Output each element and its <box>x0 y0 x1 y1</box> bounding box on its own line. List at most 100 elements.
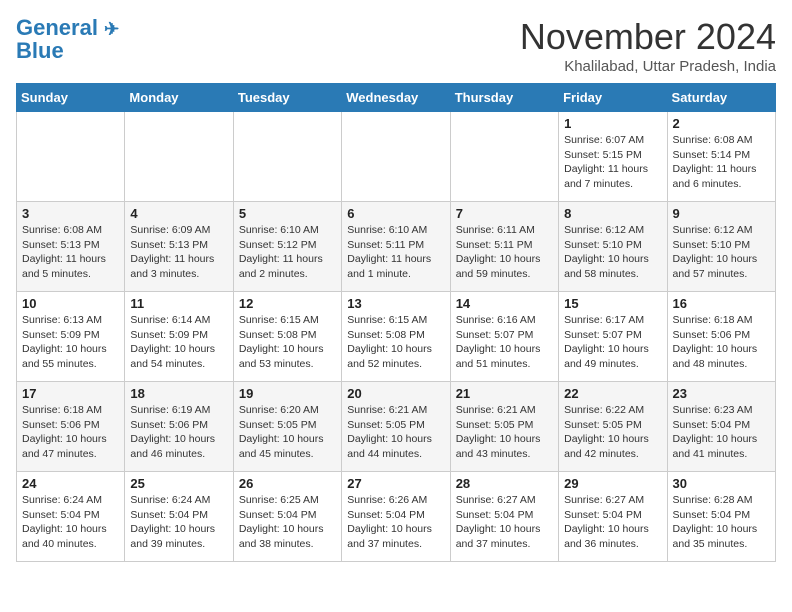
day-info: Sunrise: 6:14 AMSunset: 5:09 PMDaylight:… <box>130 313 227 372</box>
day-number: 23 <box>673 386 770 401</box>
calendar-cell <box>233 112 341 202</box>
day-number: 26 <box>239 476 336 491</box>
weekday-header-monday: Monday <box>125 84 233 112</box>
day-number: 21 <box>456 386 553 401</box>
calendar-cell: 9 Sunrise: 6:12 AMSunset: 5:10 PMDaylight… <box>667 202 775 292</box>
day-number: 6 <box>347 206 444 221</box>
day-info: Sunrise: 6:18 AMSunset: 5:06 PMDaylight:… <box>22 403 119 462</box>
location: Khalilabad, Uttar Pradesh, India <box>520 58 776 75</box>
calendar-cell: 22 Sunrise: 6:22 AMSunset: 5:05 PMDayligh… <box>559 382 667 472</box>
day-number: 5 <box>239 206 336 221</box>
day-info: Sunrise: 6:27 AMSunset: 5:04 PMDaylight:… <box>456 493 553 552</box>
day-info: Sunrise: 6:16 AMSunset: 5:07 PMDaylight:… <box>456 313 553 372</box>
calendar-cell: 6 Sunrise: 6:10 AMSunset: 5:11 PMDaylight… <box>342 202 450 292</box>
day-number: 10 <box>22 296 119 311</box>
day-info: Sunrise: 6:24 AMSunset: 5:04 PMDaylight:… <box>130 493 227 552</box>
day-number: 25 <box>130 476 227 491</box>
calendar-cell: 24 Sunrise: 6:24 AMSunset: 5:04 PMDayligh… <box>17 472 125 562</box>
weekday-header-wednesday: Wednesday <box>342 84 450 112</box>
day-number: 18 <box>130 386 227 401</box>
logo-general: General <box>16 15 98 40</box>
day-number: 16 <box>673 296 770 311</box>
logo: General ✈ Blue <box>16 16 119 62</box>
weekday-header-thursday: Thursday <box>450 84 558 112</box>
logo-bird-icon: ✈ <box>104 19 119 39</box>
day-info: Sunrise: 6:08 AMSunset: 5:14 PMDaylight:… <box>673 133 770 192</box>
day-info: Sunrise: 6:22 AMSunset: 5:05 PMDaylight:… <box>564 403 661 462</box>
calendar-cell <box>450 112 558 202</box>
day-number: 20 <box>347 386 444 401</box>
calendar-cell: 12 Sunrise: 6:15 AMSunset: 5:08 PMDayligh… <box>233 292 341 382</box>
day-number: 7 <box>456 206 553 221</box>
day-number: 9 <box>673 206 770 221</box>
calendar-cell: 14 Sunrise: 6:16 AMSunset: 5:07 PMDayligh… <box>450 292 558 382</box>
day-info: Sunrise: 6:24 AMSunset: 5:04 PMDaylight:… <box>22 493 119 552</box>
calendar-cell: 30Sunrise: 6:28 AMSunset: 5:04 PMDayligh… <box>667 472 775 562</box>
day-number: 24 <box>22 476 119 491</box>
calendar-header: SundayMondayTuesdayWednesdayThursdayFrid… <box>17 84 776 112</box>
day-info: Sunrise: 6:26 AMSunset: 5:04 PMDaylight:… <box>347 493 444 552</box>
day-info: Sunrise: 6:15 AMSunset: 5:08 PMDaylight:… <box>239 313 336 372</box>
calendar-cell: 21Sunrise: 6:21 AMSunset: 5:05 PMDayligh… <box>450 382 558 472</box>
calendar-cell: 28Sunrise: 6:27 AMSunset: 5:04 PMDayligh… <box>450 472 558 562</box>
calendar-cell: 27 Sunrise: 6:26 AMSunset: 5:04 PMDayligh… <box>342 472 450 562</box>
calendar-cell <box>342 112 450 202</box>
day-number: 29 <box>564 476 661 491</box>
page-header: General ✈ Blue November 2024 Khalilabad,… <box>16 16 776 75</box>
day-info: Sunrise: 6:12 AMSunset: 5:10 PMDaylight:… <box>673 223 770 282</box>
calendar-cell: 8Sunrise: 6:12 AMSunset: 5:10 PMDaylight… <box>559 202 667 292</box>
weekday-header-saturday: Saturday <box>667 84 775 112</box>
calendar-cell: 13Sunrise: 6:15 AMSunset: 5:08 PMDayligh… <box>342 292 450 382</box>
calendar-cell: 2 Sunrise: 6:08 AMSunset: 5:14 PMDaylight… <box>667 112 775 202</box>
day-info: Sunrise: 6:21 AMSunset: 5:05 PMDaylight:… <box>347 403 444 462</box>
calendar-cell: 7Sunrise: 6:11 AMSunset: 5:11 PMDaylight… <box>450 202 558 292</box>
day-info: Sunrise: 6:25 AMSunset: 5:04 PMDaylight:… <box>239 493 336 552</box>
title-block: November 2024 Khalilabad, Uttar Pradesh,… <box>520 16 776 75</box>
calendar-cell <box>125 112 233 202</box>
calendar-table: SundayMondayTuesdayWednesdayThursdayFrid… <box>16 83 776 562</box>
day-info: Sunrise: 6:17 AMSunset: 5:07 PMDaylight:… <box>564 313 661 372</box>
weekday-header-sunday: Sunday <box>17 84 125 112</box>
day-number: 14 <box>456 296 553 311</box>
day-number: 27 <box>347 476 444 491</box>
calendar-cell: 20 Sunrise: 6:21 AMSunset: 5:05 PMDayligh… <box>342 382 450 472</box>
calendar-cell: 15 Sunrise: 6:17 AMSunset: 5:07 PMDayligh… <box>559 292 667 382</box>
day-info: Sunrise: 6:23 AMSunset: 5:04 PMDaylight:… <box>673 403 770 462</box>
day-number: 4 <box>130 206 227 221</box>
calendar-cell: 29 Sunrise: 6:27 AMSunset: 5:04 PMDayligh… <box>559 472 667 562</box>
calendar-cell: 11 Sunrise: 6:14 AMSunset: 5:09 PMDayligh… <box>125 292 233 382</box>
day-info: Sunrise: 6:10 AMSunset: 5:12 PMDaylight:… <box>239 223 336 282</box>
calendar-cell <box>17 112 125 202</box>
calendar-cell: 4Sunrise: 6:09 AMSunset: 5:13 PMDaylight… <box>125 202 233 292</box>
day-info: Sunrise: 6:18 AMSunset: 5:06 PMDaylight:… <box>673 313 770 372</box>
calendar-cell: 23 Sunrise: 6:23 AMSunset: 5:04 PMDayligh… <box>667 382 775 472</box>
weekday-header-tuesday: Tuesday <box>233 84 341 112</box>
month-title: November 2024 <box>520 16 776 58</box>
calendar-cell: 25 Sunrise: 6:24 AMSunset: 5:04 PMDayligh… <box>125 472 233 562</box>
day-number: 11 <box>130 296 227 311</box>
calendar-cell: 17 Sunrise: 6:18 AMSunset: 5:06 PMDayligh… <box>17 382 125 472</box>
day-number: 12 <box>239 296 336 311</box>
day-number: 17 <box>22 386 119 401</box>
day-info: Sunrise: 6:20 AMSunset: 5:05 PMDaylight:… <box>239 403 336 462</box>
calendar-cell: 16 Sunrise: 6:18 AMSunset: 5:06 PMDayligh… <box>667 292 775 382</box>
day-number: 22 <box>564 386 661 401</box>
day-info: Sunrise: 6:08 AMSunset: 5:13 PMDaylight:… <box>22 223 119 282</box>
day-info: Sunrise: 6:27 AMSunset: 5:04 PMDaylight:… <box>564 493 661 552</box>
calendar-cell: 19Sunrise: 6:20 AMSunset: 5:05 PMDayligh… <box>233 382 341 472</box>
logo-blue: Blue <box>16 39 119 62</box>
calendar-cell: 3 Sunrise: 6:08 AMSunset: 5:13 PMDaylight… <box>17 202 125 292</box>
day-info: Sunrise: 6:19 AMSunset: 5:06 PMDaylight:… <box>130 403 227 462</box>
day-number: 30 <box>673 476 770 491</box>
day-number: 1 <box>564 116 661 131</box>
day-info: Sunrise: 6:15 AMSunset: 5:08 PMDaylight:… <box>347 313 444 372</box>
calendar-cell: 18 Sunrise: 6:19 AMSunset: 5:06 PMDayligh… <box>125 382 233 472</box>
day-info: Sunrise: 6:07 AMSunset: 5:15 PMDaylight:… <box>564 133 661 192</box>
day-info: Sunrise: 6:10 AMSunset: 5:11 PMDaylight:… <box>347 223 444 282</box>
day-number: 15 <box>564 296 661 311</box>
day-number: 3 <box>22 206 119 221</box>
day-number: 2 <box>673 116 770 131</box>
day-info: Sunrise: 6:13 AMSunset: 5:09 PMDaylight:… <box>22 313 119 372</box>
day-info: Sunrise: 6:12 AMSunset: 5:10 PMDaylight:… <box>564 223 661 282</box>
weekday-header-friday: Friday <box>559 84 667 112</box>
